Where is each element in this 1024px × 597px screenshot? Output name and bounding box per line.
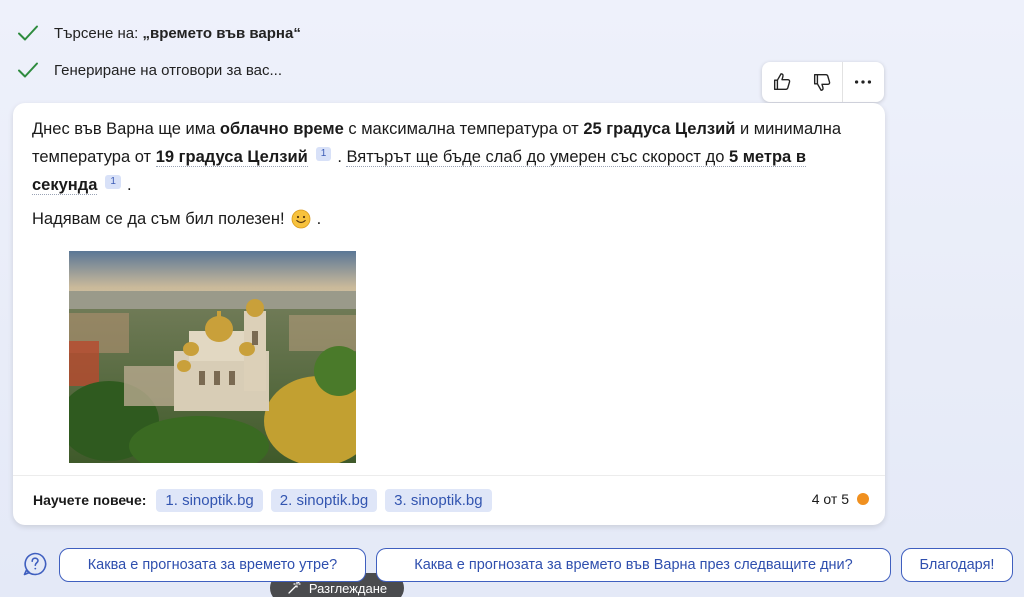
counter-status-dot xyxy=(857,493,869,505)
answer-card: Днес във Варна ще има облачно време с ма… xyxy=(13,103,885,597)
response-counter: 4 от 5 xyxy=(812,491,869,507)
suggestion-thanks[interactable]: Благодаря! xyxy=(901,548,1013,582)
magic-wand-icon xyxy=(288,581,301,594)
source-link-3[interactable]: 3. sinoptik.bg xyxy=(385,488,492,512)
checkmark-icon xyxy=(18,62,38,78)
learn-more-label: Научете повече: xyxy=(33,492,147,508)
like-button[interactable] xyxy=(762,62,802,102)
answer-text: Днес във Варна ще има облачно време с ма… xyxy=(32,120,842,195)
more-icon xyxy=(854,80,872,84)
citation-1[interactable]: 1 xyxy=(315,147,332,161)
generating-status-text: Генериране на отговори за вас... xyxy=(54,61,283,79)
dislike-button[interactable] xyxy=(802,62,842,102)
source-link-1[interactable]: 1. sinoptik.bg xyxy=(156,488,263,512)
cited-text: 19 градуса Целзий xyxy=(155,148,308,167)
checkmark-icon xyxy=(18,25,38,41)
search-query: „времето във варна“ xyxy=(142,24,301,42)
search-status: Търсене на: „времето във варна“ xyxy=(16,21,301,45)
learn-more-bar: Научете повече: 1. sinoptik.bg 2. sinopt… xyxy=(33,487,492,513)
smile-emoji-icon xyxy=(291,209,310,229)
source-link-2[interactable]: 2. sinoptik.bg xyxy=(270,488,378,512)
suggestion-tomorrow-forecast[interactable]: Каква е прогнозата за времето утре? xyxy=(59,548,366,582)
citation-2[interactable]: 1 xyxy=(105,175,121,189)
card-divider xyxy=(13,475,885,476)
thumbs-up-icon xyxy=(773,73,791,91)
thumbs-down-icon xyxy=(813,73,831,91)
response-counter-text: 4 от 5 xyxy=(811,491,849,507)
generating-status: Генериране на отговори за вас... xyxy=(16,58,282,82)
more-options-button[interactable] xyxy=(843,62,883,102)
closing-text: Надявам се да съм бил полезен! . xyxy=(32,209,322,229)
help-icon[interactable] xyxy=(22,551,48,577)
cathedral-image xyxy=(69,251,356,463)
cathedral-photo[interactable] xyxy=(69,251,356,463)
search-status-text: Търсене на: „времето във варна“ xyxy=(54,24,301,42)
feedback-toolbar xyxy=(762,62,884,102)
suggestion-varna-next-days[interactable]: Каква е прогнозата за времето във Варна … xyxy=(376,548,891,582)
image-result[interactable]: Разглеждане xyxy=(32,251,404,597)
